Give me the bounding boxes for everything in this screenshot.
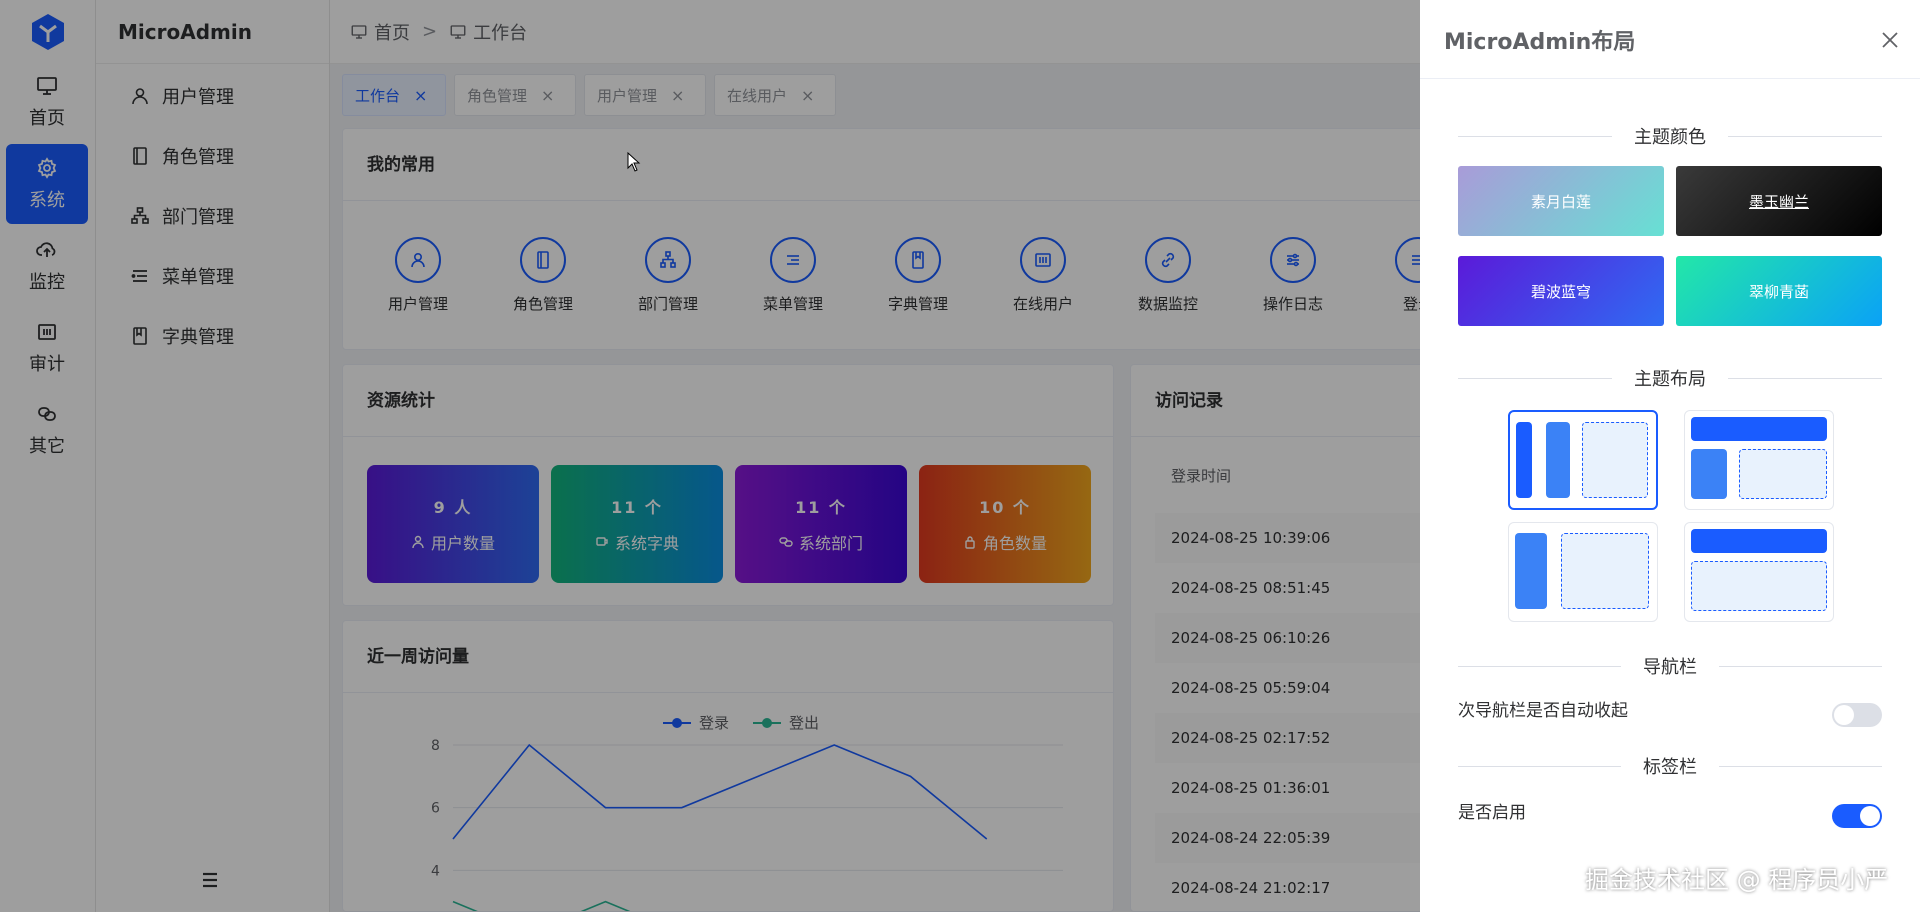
section-label: 导航栏 [1643,657,1697,678]
setting-label-auto-collapse: 次导航栏是否自动收起 [1458,701,1628,721]
theme-name: 碧波蓝穹 [1530,282,1591,301]
theme-swatch[interactable]: 墨玉幽兰 [1676,166,1882,236]
layout-option-horizontal[interactable] [1684,522,1834,622]
layout-preview-sidebar [1515,533,1547,609]
layout-option-classic[interactable] [1508,522,1658,622]
layout-option-top-mix[interactable] [1684,410,1834,510]
drawer-title: MicroAdmin布局 [1444,30,1636,55]
theme-swatch[interactable]: 碧波蓝穹 [1458,256,1664,326]
switch-knob [1860,806,1880,826]
mouse-cursor-icon [627,152,641,172]
section-theme-layout: 主题布局 [1458,366,1882,390]
layout-preview-sidebar [1516,422,1532,498]
layout-preview-content [1561,533,1649,609]
section-label: 标签栏 [1643,757,1697,778]
theme-swatch[interactable]: 翠柳青菡 [1676,256,1882,326]
theme-name: 素月白莲 [1530,192,1591,211]
section-theme-color: 主题颜色 [1458,124,1882,148]
section-label: 主题颜色 [1634,127,1706,148]
layout-preview-content [1582,422,1648,498]
theme-name: 墨玉幽兰 [1748,192,1809,211]
switch-knob [1834,705,1854,725]
layout-option-columns[interactable] [1508,410,1658,510]
section-navbar: 导航栏 [1458,654,1882,678]
watermark-text: 掘金技术社区 @ 程序员小严 [1585,866,1889,894]
layout-preview-content [1691,561,1827,611]
auto-collapse-switch[interactable] [1832,703,1882,727]
theme-name: 翠柳青菡 [1748,282,1809,301]
section-tagbar: 标签栏 [1458,754,1882,778]
layout-settings-drawer: MicroAdmin布局 主题颜色 素月白莲 墨玉幽兰 碧波蓝穹 翠柳青菡 主题布局 … [1420,0,1920,912]
enable-tags-switch[interactable] [1832,804,1882,828]
close-icon[interactable] [1880,30,1900,50]
layout-preview-content [1739,449,1827,499]
layout-preview-header [1691,529,1827,553]
theme-swatch[interactable]: 素月白莲 [1458,166,1664,236]
layout-preview-header [1691,417,1827,441]
drawer-divider [1420,78,1920,79]
section-label: 主题布局 [1634,369,1706,390]
layout-preview-sidebar [1691,449,1727,499]
layout-preview-submenu [1546,422,1570,498]
setting-label-enable-tags: 是否启用 [1458,803,1526,823]
